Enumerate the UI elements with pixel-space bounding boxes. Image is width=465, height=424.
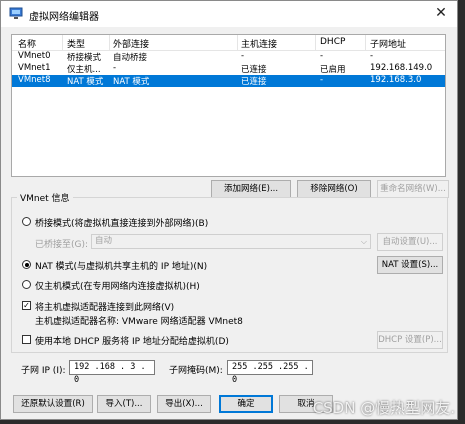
list-row[interactable]: VMnet0 桥接模式 自动桥接 - - - bbox=[12, 51, 445, 63]
nat-mode-label[interactable]: NAT 模式(与虚拟机共享主机的 IP 地址)(N) bbox=[35, 259, 207, 272]
bridged-to-value: 自动 bbox=[95, 236, 113, 246]
connect-adapter-checkbox[interactable]: ✓ bbox=[22, 301, 31, 310]
vmnet-info-label: VMnet 信息 bbox=[17, 191, 73, 204]
close-icon[interactable]: ✕ bbox=[433, 5, 449, 21]
auto-settings-button[interactable]: 自动设置(U)... bbox=[377, 233, 443, 251]
network-editor-icon bbox=[9, 7, 23, 19]
col-host[interactable]: 主机连接 bbox=[241, 37, 277, 50]
row-host: 已连接 bbox=[241, 77, 267, 87]
row-host: - bbox=[241, 51, 245, 61]
bridge-mode-label[interactable]: 桥接模式(将虚拟机直接连接到外部网络)(B) bbox=[35, 216, 208, 229]
nat-mode-radio[interactable] bbox=[22, 260, 31, 269]
subnet-mask-label: 子网掩码(M): bbox=[169, 366, 223, 376]
row-subnet: 192.168.3.0 bbox=[370, 75, 422, 85]
subnet-ip-field[interactable]: 192 .168 . 3 . 0 bbox=[69, 360, 155, 385]
row-name: VMnet0 bbox=[18, 51, 51, 61]
row-type: 仅主机... bbox=[67, 65, 101, 75]
list-row[interactable]: VMnet1 仅主机... - 已连接 已启用 192.168.149.0 bbox=[12, 63, 445, 75]
remove-network-button[interactable]: 移除网络(O) bbox=[297, 180, 371, 198]
bridged-to-label: 已桥接至(G): bbox=[35, 240, 89, 250]
bridged-to-select[interactable]: 自动 ⌵ bbox=[91, 234, 371, 249]
col-type[interactable]: 类型 bbox=[67, 37, 85, 50]
row-subnet: 192.168.149.0 bbox=[370, 63, 433, 73]
row-dhcp: - bbox=[320, 75, 324, 85]
list-header: 名称 类型 外部连接 主机连接 DHCP 子网地址 bbox=[12, 35, 445, 51]
col-subnet[interactable]: 子网地址 bbox=[370, 37, 406, 50]
import-button[interactable]: 导入(T)... bbox=[97, 395, 151, 413]
host-only-label[interactable]: 仅主机模式(在专用网络内连接虚拟机)(H) bbox=[35, 279, 200, 292]
bridge-mode-radio[interactable] bbox=[22, 217, 31, 226]
chevron-down-icon: ⌵ bbox=[360, 237, 367, 246]
adapter-name-text: 主机虚拟适配器名称: VMware 网络适配器 VMnet8 bbox=[35, 317, 243, 327]
col-external[interactable]: 外部连接 bbox=[113, 37, 149, 50]
row-type: NAT 模式 bbox=[67, 77, 104, 87]
row-dhcp: 已启用 bbox=[320, 65, 346, 75]
row-external: NAT 模式 bbox=[113, 77, 150, 87]
row-host: 已连接 bbox=[241, 65, 267, 75]
virtual-network-editor-window: 虚拟网络编辑器 ✕ 名称 类型 外部连接 主机连接 DHCP 子网地址 VMne… bbox=[0, 0, 458, 420]
restore-defaults-button[interactable]: 还原默认设置(R) bbox=[13, 395, 93, 413]
network-list[interactable]: 名称 类型 外部连接 主机连接 DHCP 子网地址 VMnet0 桥接模式 自动… bbox=[11, 34, 446, 177]
ok-button[interactable]: 确定 bbox=[219, 395, 273, 413]
add-network-button[interactable]: 添加网络(E)... bbox=[211, 180, 291, 198]
row-type: 桥接模式 bbox=[67, 53, 102, 63]
dhcp-settings-button[interactable]: DHCP 设置(P)... bbox=[377, 331, 443, 349]
nat-settings-button[interactable]: NAT 设置(S)... bbox=[377, 256, 443, 274]
col-dhcp[interactable]: DHCP bbox=[320, 37, 345, 47]
row-external: - bbox=[113, 63, 117, 73]
title-bar: 虚拟网络编辑器 ✕ bbox=[1, 1, 457, 27]
dhcp-label[interactable]: 使用本地 DHCP 服务将 IP 地址分配给虚拟机(D) bbox=[35, 334, 229, 347]
csdn-watermark: CSDN @慢热型网友. bbox=[312, 399, 455, 417]
subnet-mask-field[interactable]: 255 .255 .255 . 0 bbox=[227, 360, 313, 385]
row-external: 自动桥接 bbox=[113, 53, 148, 63]
row-subnet: - bbox=[370, 51, 374, 61]
dhcp-checkbox[interactable] bbox=[22, 335, 31, 344]
list-row-selected[interactable]: VMnet8 NAT 模式 NAT 模式 已连接 - 192.168.3.0 bbox=[12, 75, 445, 87]
subnet-ip-label: 子网 IP (I): bbox=[21, 366, 66, 376]
window-title: 虚拟网络编辑器 bbox=[29, 12, 99, 23]
connect-adapter-label[interactable]: 将主机虚拟适配器连接到此网络(V) bbox=[35, 300, 174, 313]
row-dhcp: - bbox=[320, 51, 324, 61]
row-name: VMnet1 bbox=[18, 63, 51, 73]
host-only-radio[interactable] bbox=[22, 280, 31, 289]
col-name[interactable]: 名称 bbox=[18, 37, 36, 50]
row-name: VMnet8 bbox=[18, 75, 51, 85]
rename-network-button[interactable]: 重命名网络(W)... bbox=[377, 180, 449, 198]
export-button[interactable]: 导出(X)... bbox=[157, 395, 211, 413]
